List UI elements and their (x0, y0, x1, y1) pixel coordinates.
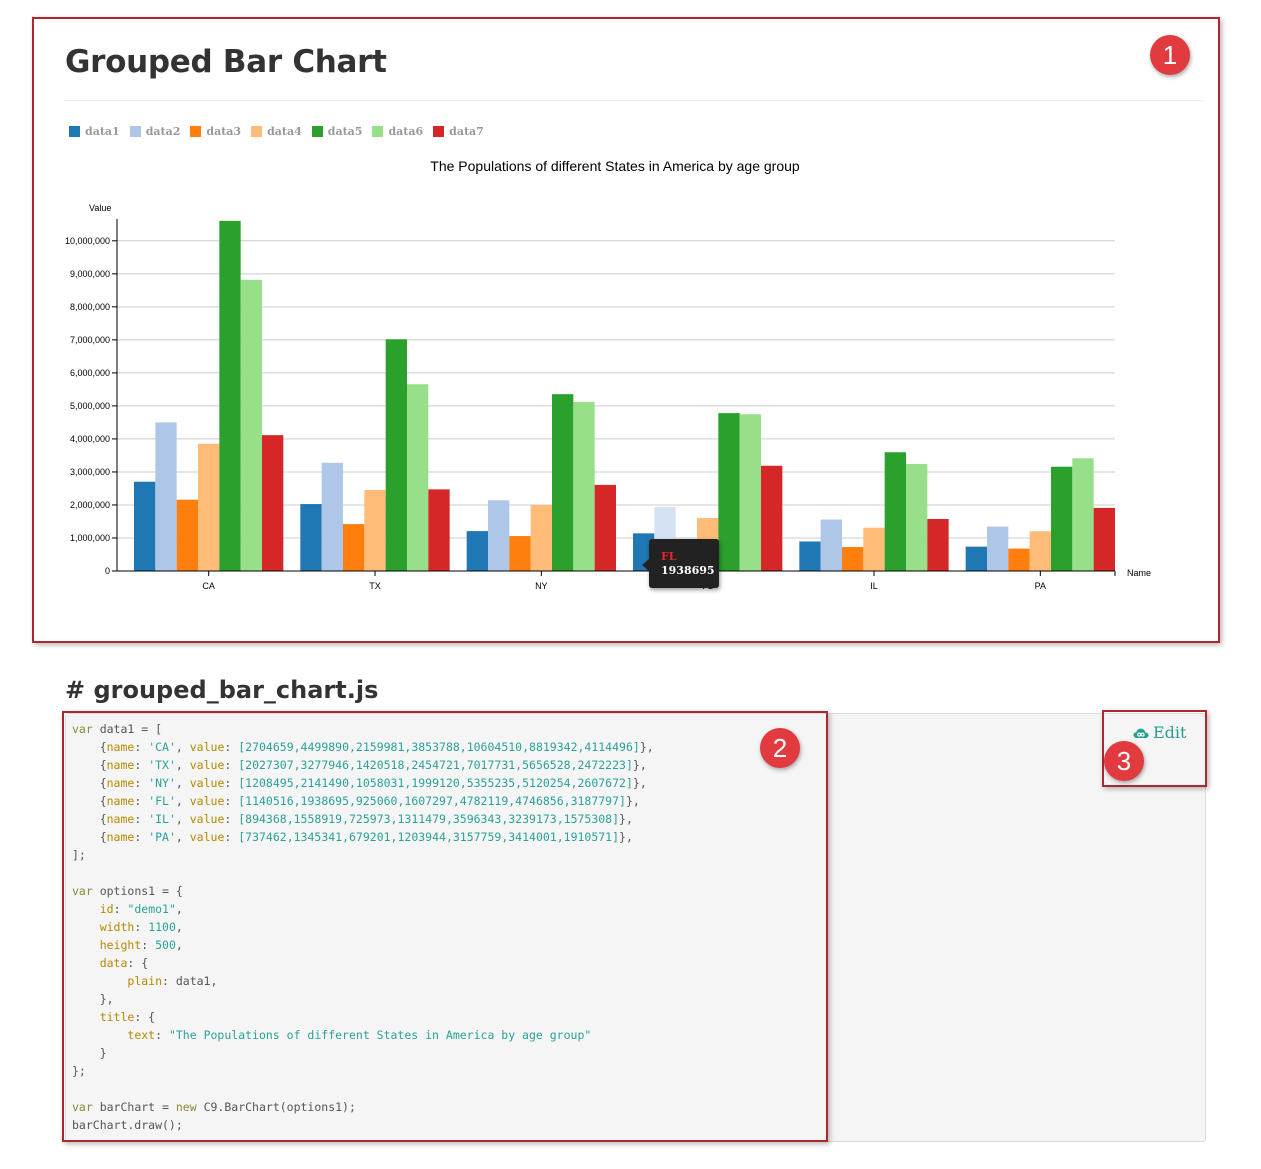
legend-swatch (190, 125, 202, 137)
bar-ca-data5[interactable] (219, 220, 241, 571)
y-tick-label: 2,000,000 (70, 500, 110, 510)
legend-label: data6 (388, 124, 424, 138)
legend-item-data2[interactable]: data2 (129, 124, 181, 138)
legend-label: data2 (145, 124, 181, 138)
legend-label: data3 (206, 124, 242, 138)
bar-il-data2[interactable] (820, 519, 842, 571)
x-tick-label: TX (369, 581, 381, 591)
bar-ca-data7[interactable] (262, 435, 284, 571)
bar-ny-data2[interactable] (488, 500, 510, 571)
bar-ny-data5[interactable] (552, 394, 574, 571)
bar-ny-data6[interactable] (573, 401, 595, 571)
x-tick-label: IL (870, 581, 878, 591)
bar-il-data7[interactable] (927, 518, 949, 571)
bar-ca-data4[interactable] (198, 443, 220, 571)
tooltip-value: 1938695 (661, 564, 715, 577)
y-tick-label: 8,000,000 (70, 302, 110, 312)
annotation-badge-3: 3 (1104, 741, 1144, 781)
legend-item-data5[interactable]: data5 (311, 124, 363, 138)
legend-item-data6[interactable]: data6 (372, 125, 423, 138)
bar-tx-data5[interactable] (385, 339, 407, 571)
bar-pa-data6[interactable] (1072, 458, 1094, 571)
y-tick-label: 7,000,000 (70, 335, 110, 345)
x-axis-label: Name (1127, 568, 1151, 578)
page-title: Grouped Bar Chart (65, 44, 387, 80)
bar-pa-data7[interactable] (1093, 507, 1115, 571)
chart-tooltip: FL 1938695 (642, 539, 719, 588)
legend-item-data3[interactable]: data3 (190, 125, 241, 138)
chart-title: The Populations of different States in A… (430, 158, 800, 174)
bar-ny-data3[interactable] (509, 536, 531, 571)
annotation-badge-1: 1 (1150, 35, 1190, 75)
y-axis-label: Value (89, 203, 111, 213)
annotation-box-code (62, 711, 828, 1142)
legend-swatch (433, 125, 445, 137)
legend-label: data5 (327, 124, 363, 138)
bar-pa-data3[interactable] (1008, 548, 1030, 571)
bar-ny-data1[interactable] (466, 531, 488, 571)
legend-swatch (251, 125, 263, 137)
bar-tx-data2[interactable] (321, 462, 343, 571)
bar-tx-data1[interactable] (300, 504, 322, 571)
legend-swatch (129, 125, 141, 137)
bar-ca-data6[interactable] (240, 279, 262, 571)
y-tick-label: 9,000,000 (70, 269, 110, 279)
bar-pa-data5[interactable] (1051, 466, 1073, 571)
legend-item-data4[interactable]: data4 (251, 125, 302, 138)
bar-ca-data2[interactable] (155, 422, 177, 571)
legend-label: data1 (85, 124, 120, 138)
legend-label: data4 (267, 124, 302, 138)
bar-fl-data5[interactable] (718, 413, 740, 571)
bar-il-data6[interactable] (906, 464, 928, 571)
bar-il-data1[interactable] (799, 541, 821, 571)
legend-item-data7[interactable]: data7 (433, 125, 484, 138)
bar-ny-data7[interactable] (594, 484, 616, 571)
legend-label: data7 (449, 124, 484, 138)
bar-il-data4[interactable] (863, 527, 885, 571)
y-tick-label: 6,000,000 (70, 368, 110, 378)
bar-fl-data7[interactable] (761, 465, 783, 571)
y-tick-label: 4,000,000 (70, 434, 110, 444)
code-section-heading: # grouped_bar_chart.js (65, 676, 379, 704)
y-tick-label: 0 (105, 566, 110, 576)
legend-swatch (372, 125, 384, 137)
bar-tx-data3[interactable] (343, 524, 365, 571)
chart-legend: data1 data2 data3 data4 data5 data6 data… (69, 124, 494, 138)
bar-ca-data3[interactable] (176, 499, 198, 571)
x-tick-label: CA (202, 581, 215, 591)
legend-swatch (69, 125, 80, 137)
bar-pa-data2[interactable] (987, 526, 1009, 571)
y-tick-label: 5,000,000 (70, 401, 110, 411)
bar-pa-data4[interactable] (1029, 531, 1051, 571)
bar-tx-data4[interactable] (364, 489, 386, 571)
y-tick-label: 10,000,000 (65, 236, 110, 246)
x-tick-label: PA (1035, 581, 1046, 591)
y-tick-label: 1,000,000 (70, 533, 110, 543)
grouped-bar-chart: The Populations of different States in A… (65, 158, 1151, 591)
bar-ny-data4[interactable] (530, 504, 552, 571)
bar-ca-data1[interactable] (134, 481, 156, 571)
bar-il-data3[interactable] (842, 547, 864, 571)
annotation-badge-2: 2 (760, 728, 800, 768)
tooltip-name: FL (661, 550, 677, 563)
x-tick-label: NY (535, 581, 548, 591)
title-divider (64, 100, 1204, 101)
bar-tx-data7[interactable] (428, 489, 450, 571)
bar-tx-data6[interactable] (407, 384, 429, 571)
bar-fl-data6[interactable] (739, 414, 761, 571)
legend-swatch (311, 125, 323, 137)
y-tick-label: 3,000,000 (70, 467, 110, 477)
bar-pa-data1[interactable] (965, 546, 987, 571)
bar-il-data5[interactable] (884, 452, 906, 571)
legend-item-data1[interactable]: data1 (69, 125, 120, 138)
